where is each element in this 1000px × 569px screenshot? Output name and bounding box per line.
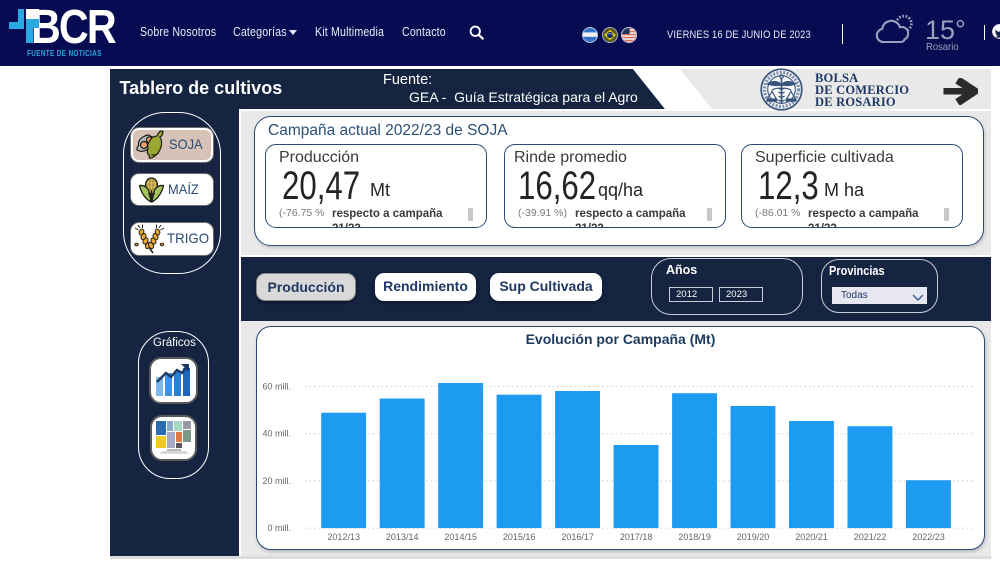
svg-text:20 mill.: 20 mill. bbox=[262, 476, 291, 486]
svg-text:60 mill.: 60 mill. bbox=[262, 382, 291, 392]
svg-text:2013/14: 2013/14 bbox=[386, 532, 419, 542]
svg-text:40 mill.: 40 mill. bbox=[262, 429, 291, 439]
svg-text:2017/18: 2017/18 bbox=[620, 532, 653, 542]
svg-text:0 mill.: 0 mill. bbox=[267, 523, 291, 533]
svg-text:2016/17: 2016/17 bbox=[561, 532, 594, 542]
svg-text:2018/19: 2018/19 bbox=[678, 532, 711, 542]
svg-text:2022/23: 2022/23 bbox=[912, 532, 945, 542]
svg-text:2014/15: 2014/15 bbox=[444, 532, 477, 542]
svg-text:2021/22: 2021/22 bbox=[854, 532, 887, 542]
svg-text:2019/20: 2019/20 bbox=[737, 532, 770, 542]
svg-text:2012/13: 2012/13 bbox=[327, 532, 360, 542]
svg-text:2020/21: 2020/21 bbox=[795, 532, 828, 542]
svg-text:2015/16: 2015/16 bbox=[503, 532, 536, 542]
